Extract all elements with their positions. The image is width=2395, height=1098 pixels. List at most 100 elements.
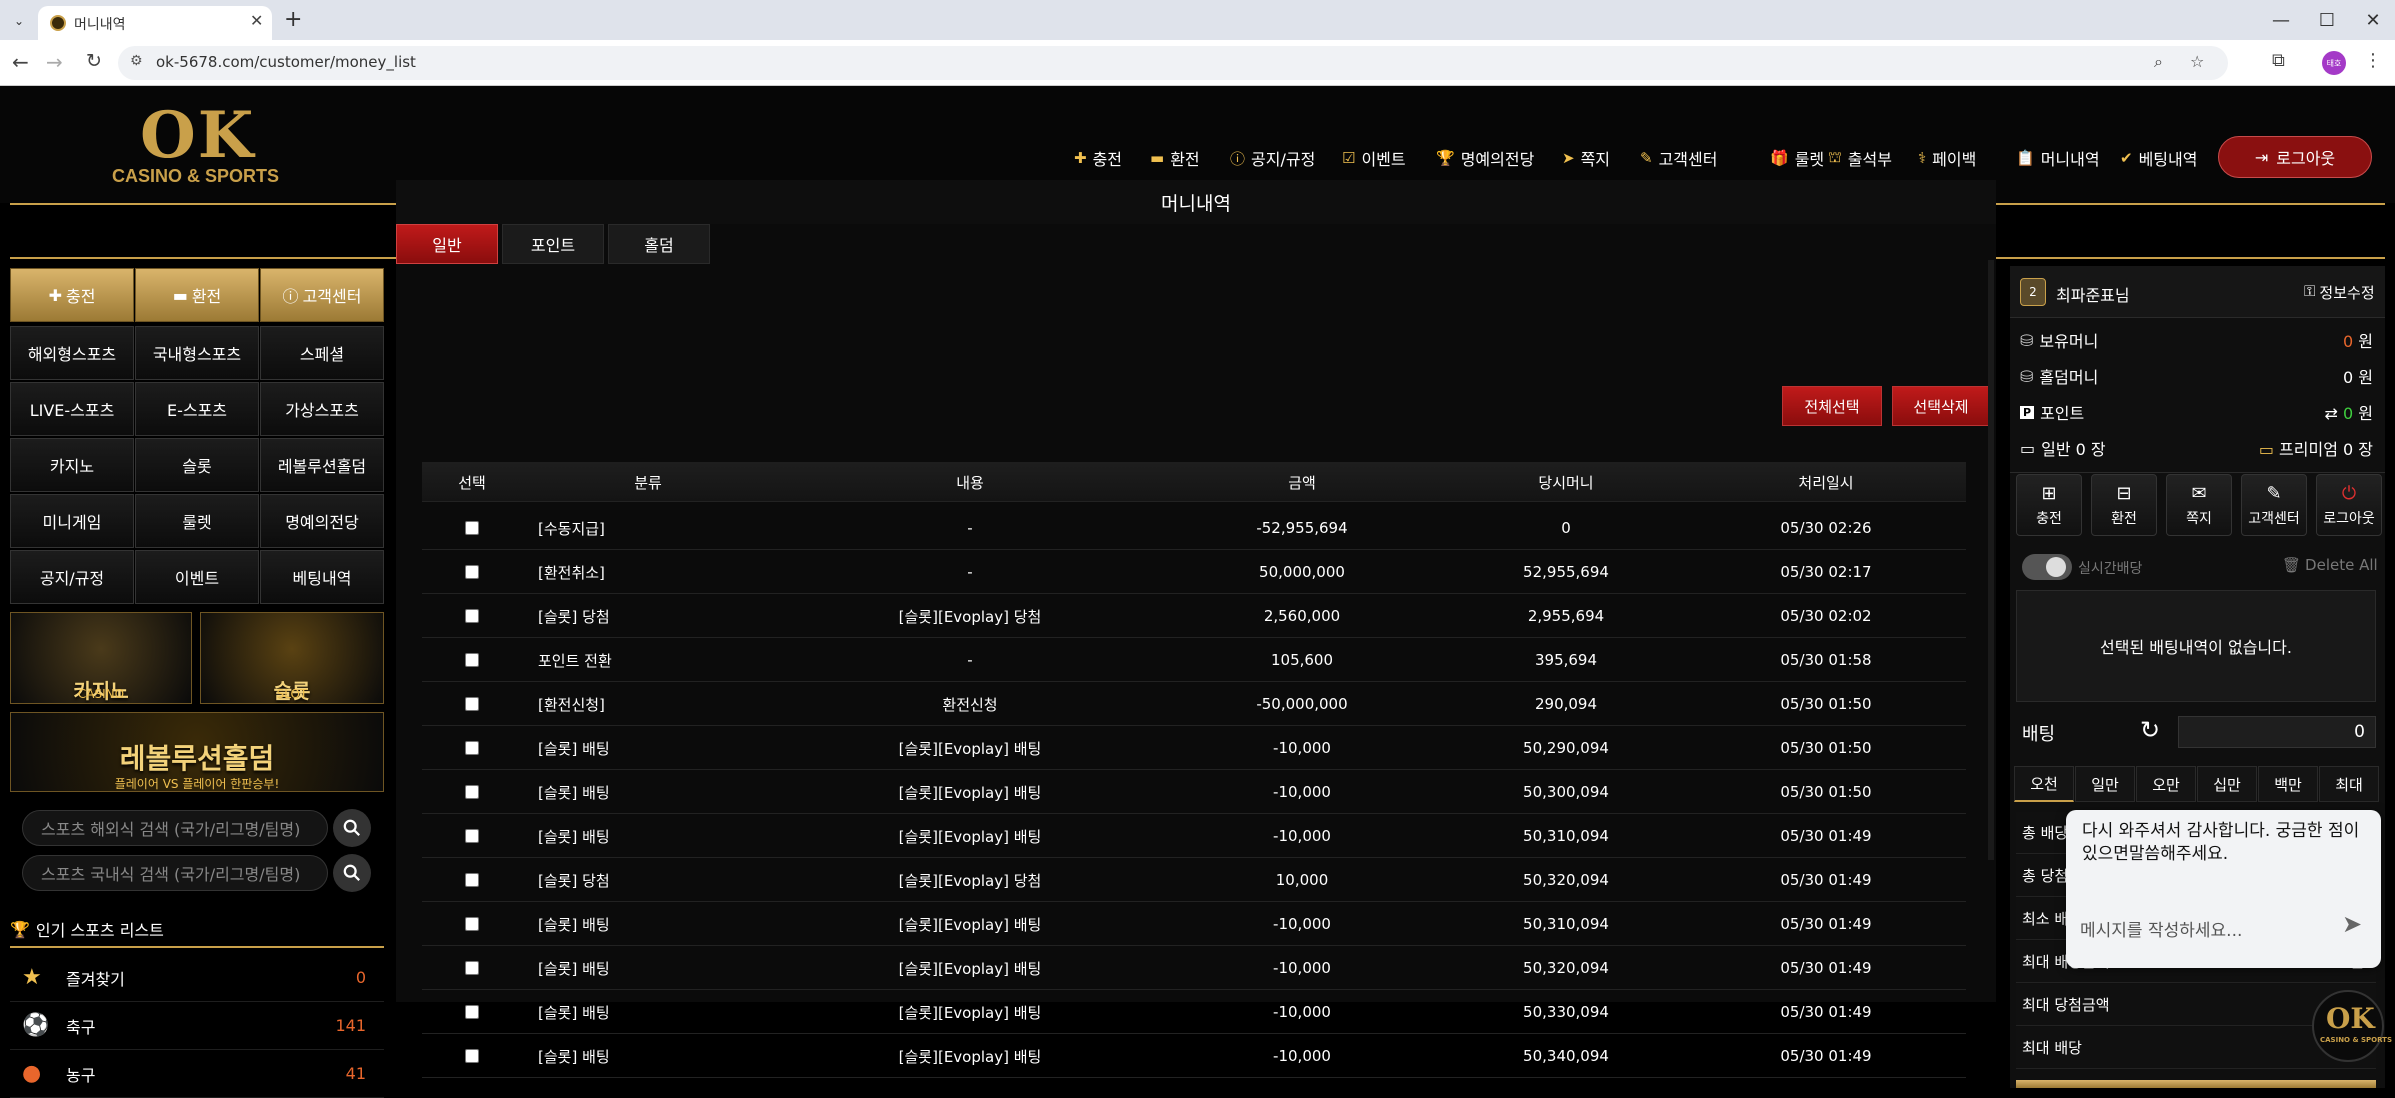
- left-grid-button-7[interactable]: 슬롯: [135, 438, 259, 492]
- amount-button-4[interactable]: 백만: [2258, 766, 2318, 802]
- search-icon[interactable]: [333, 809, 371, 847]
- profile-avatar[interactable]: 태호: [2322, 51, 2346, 75]
- casino-banner[interactable]: 카지노 CASINO: [10, 612, 192, 704]
- window-close-icon[interactable]: ✕: [2348, 0, 2395, 40]
- chat-launcher[interactable]: OK CASINO & SPORTS: [2312, 990, 2392, 1062]
- topnav-6[interactable]: ✎ 고객센터: [1640, 146, 1717, 170]
- tab-0[interactable]: 일반: [396, 224, 498, 264]
- left-grid-button-3[interactable]: LIVE-스포츠: [10, 382, 134, 436]
- topnav-7[interactable]: 🎁 룰렛: [1770, 146, 1824, 170]
- left-grid-button-14[interactable]: 베팅내역: [260, 550, 384, 604]
- left-grid-button-2[interactable]: 스페셜: [260, 326, 384, 380]
- topnav-1[interactable]: ▬ 환전: [1150, 146, 1200, 170]
- left-grid-button-8[interactable]: 레볼루션홀덤: [260, 438, 384, 492]
- row-checkbox[interactable]: [465, 653, 479, 667]
- left-grid-button-13[interactable]: 이벤트: [135, 550, 259, 604]
- cell-amount: 10,000: [1275, 871, 1329, 889]
- topnav-4[interactable]: 🏆 명예의전당: [1436, 146, 1534, 170]
- sport-row[interactable]: ⚽ 축구 141: [10, 1002, 384, 1050]
- amount-button-1[interactable]: 일만: [2075, 766, 2135, 802]
- row-checkbox[interactable]: [465, 697, 479, 711]
- topnav-11[interactable]: ✔ 베팅내역: [2120, 146, 2197, 170]
- row-checkbox[interactable]: [465, 785, 479, 799]
- row-checkbox[interactable]: [465, 741, 479, 755]
- search-domestic-input[interactable]: 스포츠 국내식 검색 (국가/리그명/팀명): [22, 855, 328, 891]
- reload-icon[interactable]: ↻: [86, 50, 102, 72]
- edit-info-link[interactable]: ⚿ 정보수정: [2304, 282, 2375, 303]
- extensions-icon[interactable]: ⧉: [2272, 50, 2285, 71]
- left-grid-button-10[interactable]: 룰렛: [135, 494, 259, 548]
- quick-button-4[interactable]: ⏻ 로그아웃: [2316, 474, 2382, 536]
- sport-row[interactable]: ★ 즐겨찾기 0: [10, 954, 384, 1002]
- topnav-9[interactable]: ⚕ 페이백: [1918, 146, 1976, 170]
- row-checkbox[interactable]: [465, 917, 479, 931]
- row-checkbox[interactable]: [465, 829, 479, 843]
- topnav-10[interactable]: 📋 머니내역: [2016, 146, 2100, 170]
- topnav-0[interactable]: ✚ 충전: [1074, 146, 1122, 170]
- select-all-button[interactable]: 전체선택: [1782, 386, 1882, 426]
- maximize-icon[interactable]: ☐: [2302, 0, 2352, 40]
- row-checkbox[interactable]: [465, 873, 479, 887]
- realtime-toggle[interactable]: [2022, 554, 2072, 580]
- left-top-button-2[interactable]: ⓘ 고객센터: [260, 268, 384, 322]
- topnav-5[interactable]: ➤ 쪽지: [1562, 146, 1610, 170]
- left-grid-button-4[interactable]: E-스포츠: [135, 382, 259, 436]
- left-grid-button-5[interactable]: 가상스포츠: [260, 382, 384, 436]
- tab-close-icon[interactable]: ✕: [250, 11, 263, 30]
- new-tab-icon[interactable]: +: [284, 7, 302, 32]
- topnav-3[interactable]: ☑ 이벤트: [1342, 146, 1406, 170]
- left-top-button-1[interactable]: ▬ 환전: [135, 268, 259, 322]
- delete-selected-button[interactable]: 선택삭제: [1892, 386, 1990, 426]
- row-checkbox[interactable]: [465, 521, 479, 535]
- bet-submit-button[interactable]: [2016, 1080, 2376, 1088]
- reset-icon[interactable]: ↻: [2140, 716, 2160, 744]
- back-icon[interactable]: ←: [12, 50, 29, 74]
- search-icon[interactable]: [333, 854, 371, 892]
- quick-button-3[interactable]: ✎ 고객센터: [2241, 474, 2307, 536]
- scrollbar[interactable]: [1988, 260, 1994, 860]
- left-grid-button-0[interactable]: 해외형스포츠: [10, 326, 134, 380]
- tab-search-icon[interactable]: ⌄: [8, 10, 30, 32]
- browser-tab[interactable]: 머니내역 ✕: [38, 6, 272, 40]
- bookmark-star-icon[interactable]: ☆: [2190, 52, 2204, 71]
- exchange-icon[interactable]: ⇄: [2324, 404, 2337, 423]
- left-grid-button-12[interactable]: 공지/규정: [10, 550, 134, 604]
- site-info-icon[interactable]: ⚙: [130, 53, 143, 69]
- quick-button-0[interactable]: ⊞ 충전: [2016, 474, 2082, 536]
- bet-amount-input[interactable]: 0: [2178, 716, 2376, 748]
- row-checkbox[interactable]: [465, 961, 479, 975]
- delete-all-button[interactable]: 🗑 Delete All: [2282, 556, 2378, 574]
- chat-input[interactable]: 메시지를 작성하세요...: [2080, 908, 2320, 948]
- minimize-icon[interactable]: —: [2256, 0, 2306, 40]
- left-grid-button-11[interactable]: 명예의전당: [260, 494, 384, 548]
- url-field[interactable]: ⚙ ok-5678.com/customer/money_list ☆ ⌕: [118, 46, 2228, 80]
- search-overseas-input[interactable]: 스포츠 해외식 검색 (국가/리그명/팀명): [22, 810, 328, 846]
- topnav-8[interactable]: ⛫ 출석부: [1828, 146, 1892, 170]
- row-checkbox[interactable]: [465, 565, 479, 579]
- tab-2[interactable]: 홀덤: [608, 224, 710, 264]
- quick-button-2[interactable]: ✉ 쪽지: [2166, 474, 2232, 536]
- forward-icon[interactable]: →: [46, 50, 63, 74]
- quick-button-1[interactable]: ⊟ 환전: [2091, 474, 2157, 536]
- tab-1[interactable]: 포인트: [502, 224, 604, 264]
- left-grid-button-1[interactable]: 국내형스포츠: [135, 326, 259, 380]
- amount-button-5[interactable]: 최대: [2319, 766, 2379, 802]
- site-logo[interactable]: OK CASINO & SPORTS: [112, 98, 286, 186]
- logout-button[interactable]: ⇥ 로그아웃: [2218, 136, 2372, 178]
- amount-button-3[interactable]: 십만: [2197, 766, 2257, 802]
- amount-button-0[interactable]: 오천: [2014, 766, 2074, 802]
- left-grid-button-6[interactable]: 카지노: [10, 438, 134, 492]
- menu-dots-icon[interactable]: ⋮: [2364, 50, 2382, 71]
- topnav-2[interactable]: ⓘ 공지/규정: [1230, 146, 1315, 170]
- row-checkbox[interactable]: [465, 1005, 479, 1019]
- zoom-icon[interactable]: ⌕: [2154, 52, 2163, 72]
- holdem-banner[interactable]: 레볼루션홀덤 플레이어 VS 플레이어 한판승부!: [10, 712, 384, 792]
- sport-row[interactable]: ● 농구 41: [10, 1050, 384, 1098]
- send-icon[interactable]: ➤: [2342, 910, 2362, 938]
- row-checkbox[interactable]: [465, 609, 479, 623]
- left-grid-button-9[interactable]: 미니게임: [10, 494, 134, 548]
- slot-banner[interactable]: 슬롯 SLOT: [200, 612, 384, 704]
- left-top-button-0[interactable]: ✚ 충전: [10, 268, 134, 322]
- amount-button-2[interactable]: 오만: [2136, 766, 2196, 802]
- row-checkbox[interactable]: [465, 1049, 479, 1063]
